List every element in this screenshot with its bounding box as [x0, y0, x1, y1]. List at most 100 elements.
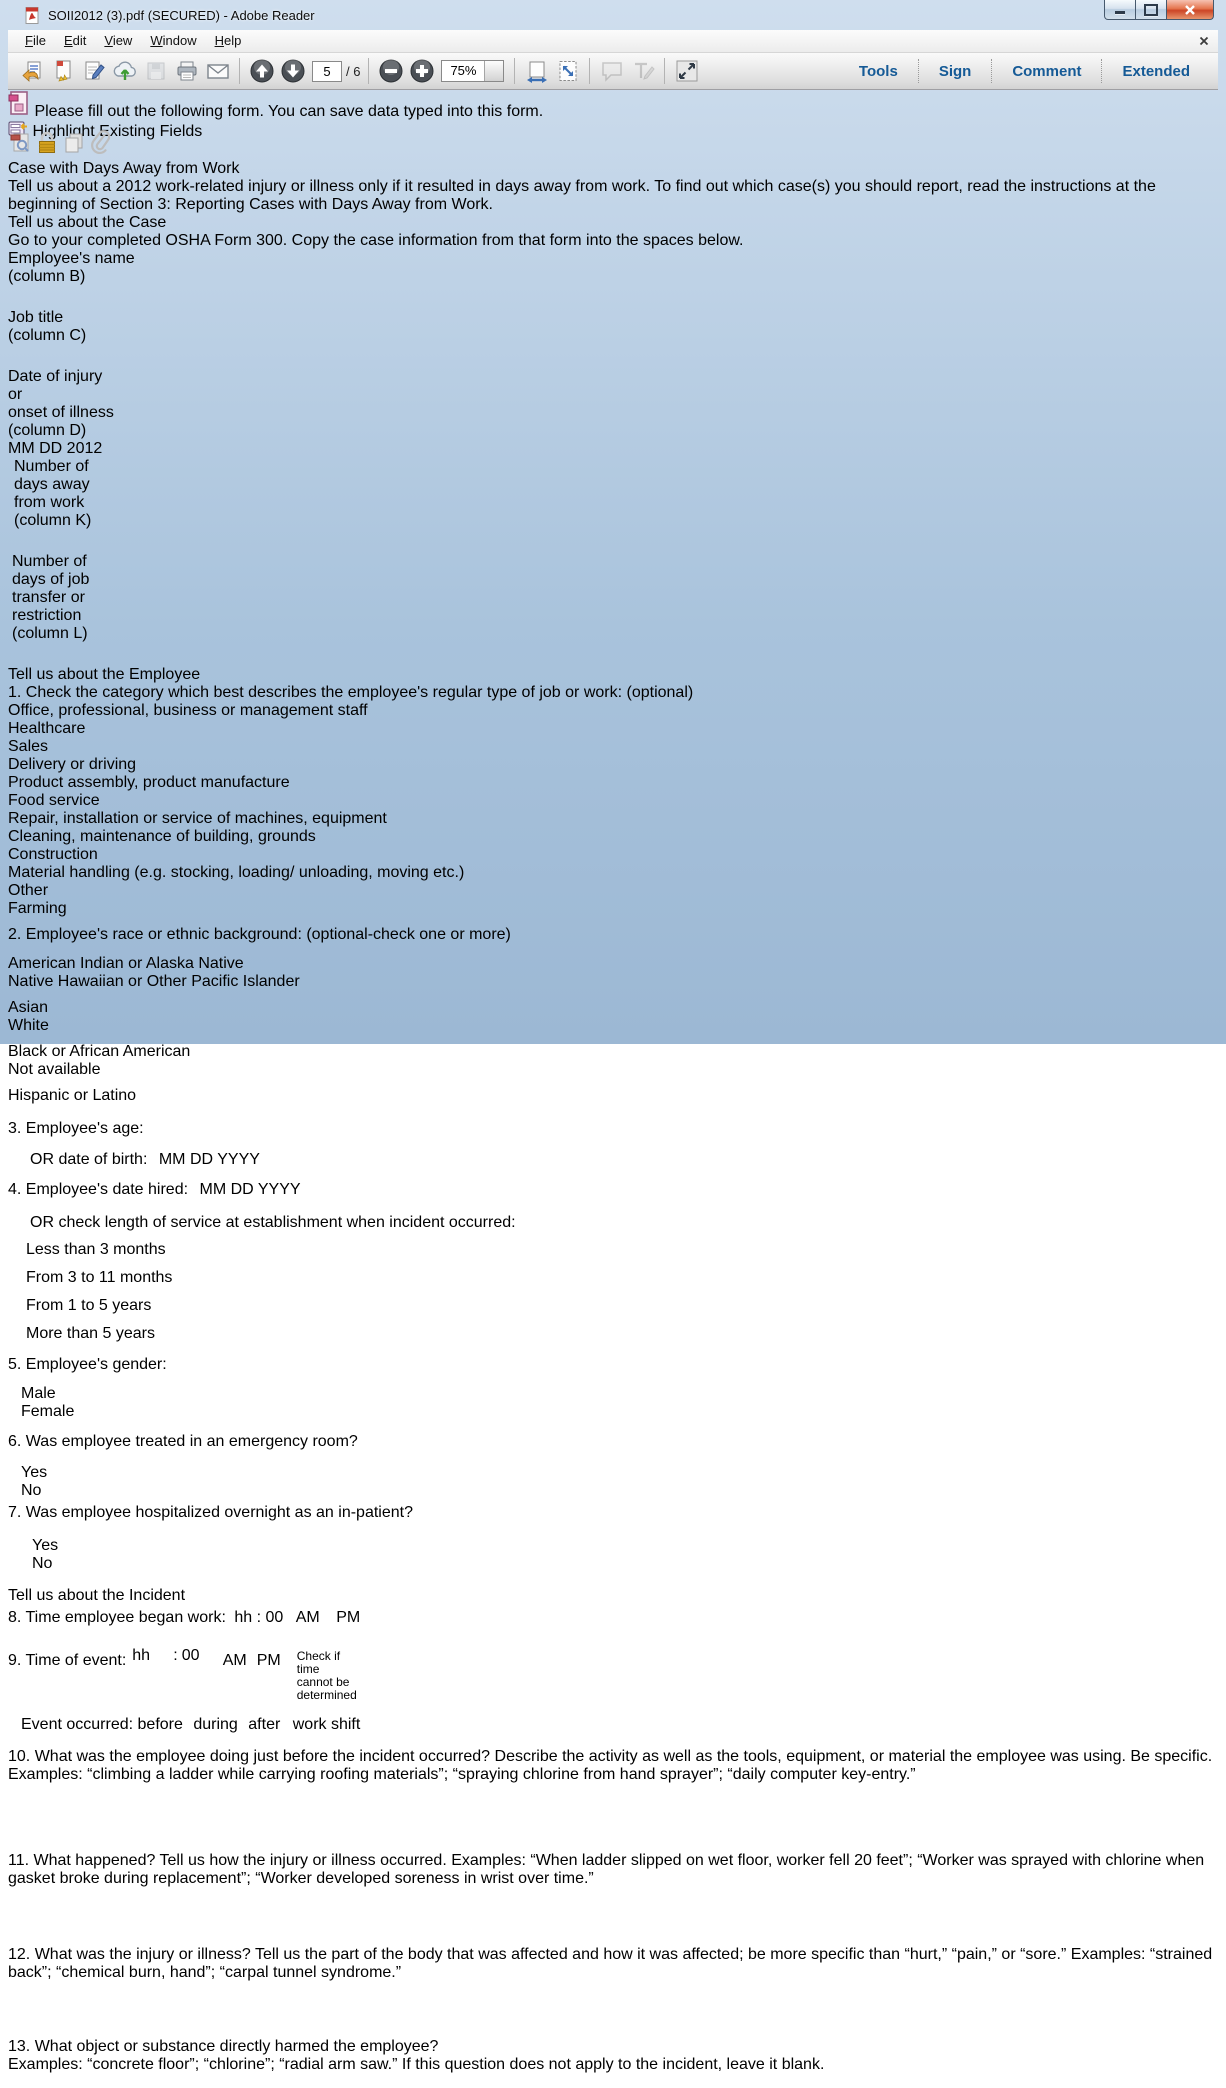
injury-month-dropdown[interactable]: MM	[8, 440, 35, 457]
menu-help[interactable]: Help	[206, 31, 251, 51]
checkbox-option[interactable]: during	[193, 1716, 237, 1733]
close-button[interactable]	[1166, 0, 1214, 20]
checkbox-option[interactable]: Black or African American	[8, 1043, 1218, 1061]
page-thumbnails-icon[interactable]	[8, 142, 36, 159]
menu-file[interactable]: File	[16, 31, 55, 51]
radio-option[interactable]: No	[32, 1555, 1218, 1573]
checkbox-option[interactable]: White	[8, 1017, 1218, 1035]
radio-option[interactable]: Yes	[21, 1464, 122, 1482]
email-icon[interactable]	[202, 57, 233, 86]
hired-day-dropdown[interactable]: DD	[231, 1181, 254, 1198]
checkbox-option[interactable]: AM	[223, 1652, 247, 1670]
event-hour-dropdown[interactable]: hh	[132, 1647, 169, 1665]
radio-option[interactable]: Male	[21, 1385, 122, 1403]
birth-month-dropdown[interactable]: MM	[159, 1151, 186, 1168]
attachments-icon[interactable]	[89, 142, 111, 159]
close-document-icon[interactable]	[1198, 34, 1210, 46]
radio-option[interactable]: Construction	[8, 846, 1218, 864]
tools-panel-button[interactable]: Tools	[839, 59, 918, 84]
birth-year-dropdown[interactable]: YYYY	[217, 1151, 260, 1168]
radio-option[interactable]: Cleaning, maintenance of building, groun…	[8, 828, 1218, 846]
radio-option[interactable]: Material handling (e.g. stocking, loadin…	[8, 864, 1218, 882]
question-11: 11. What happened? Tell us how the injur…	[8, 1852, 1218, 1888]
q13-answer-textarea[interactable]	[8, 2081, 1218, 2088]
maximize-button[interactable]	[1135, 0, 1167, 20]
checkbox-option[interactable]: PM	[336, 1609, 360, 1626]
toolbar-separator	[239, 58, 240, 84]
fit-width-icon[interactable]	[521, 57, 552, 86]
minimize-button[interactable]	[1104, 0, 1136, 20]
cloud-upload-icon[interactable]	[109, 57, 140, 86]
checkbox-option[interactable]: before	[138, 1716, 183, 1733]
menu-edit[interactable]: Edit	[55, 31, 95, 51]
radio-option[interactable]: No	[21, 1482, 1218, 1500]
radio-option[interactable]: Yes	[32, 1537, 135, 1555]
checkbox-option[interactable]: Asian	[8, 999, 1218, 1017]
checkbox-option[interactable]: AM	[296, 1609, 320, 1626]
hired-year-dropdown[interactable]: YYYY	[258, 1181, 301, 1198]
job-title-field[interactable]	[8, 345, 121, 368]
injury-day-dropdown[interactable]: DD	[39, 440, 62, 457]
q12-answer-textarea[interactable]	[8, 1988, 1218, 2031]
security-lock-icon[interactable]	[36, 142, 62, 159]
sign-panel-button[interactable]: Sign	[919, 59, 992, 84]
zoom-in-icon[interactable]	[406, 57, 437, 86]
radio-option[interactable]: Female	[21, 1403, 1218, 1421]
create-pdf-icon[interactable]	[47, 57, 78, 86]
radio-option[interactable]: Healthcare	[8, 720, 1218, 738]
zoom-dropdown-arrow-icon[interactable]	[484, 61, 503, 81]
comment-panel-button[interactable]: Comment	[992, 59, 1101, 84]
radio-option[interactable]: From 1 to 5 years	[26, 1297, 1218, 1315]
radio-option[interactable]: More than 5 years	[26, 1325, 1218, 1343]
days-away-column: Number of days away from work (column K)	[14, 458, 109, 553]
sign-pen-icon[interactable]	[78, 57, 109, 86]
radio-option[interactable]: Product assembly, product manufacture	[8, 774, 1218, 792]
q11-answer-textarea[interactable]	[8, 1895, 1218, 1940]
radio-option[interactable]: From 3 to 11 months	[26, 1269, 1218, 1287]
q10-answer-textarea[interactable]	[8, 1799, 1218, 1844]
radio-option[interactable]: Food service	[8, 792, 1218, 810]
next-page-icon[interactable]	[277, 57, 308, 86]
dob-label: OR date of birth:	[30, 1151, 147, 1168]
fullscreen-icon[interactable]	[671, 57, 702, 86]
job-transfer-field[interactable]	[12, 643, 43, 666]
checkbox-option[interactable]: Not available	[8, 1061, 1218, 1079]
previous-page-icon[interactable]	[246, 57, 277, 86]
zoom-out-icon[interactable]	[375, 57, 406, 86]
menu-view[interactable]: View	[95, 31, 141, 51]
checkbox-option[interactable]: PM	[257, 1652, 281, 1670]
event-minute-dropdown[interactable]: 00	[182, 1647, 215, 1665]
checkbox-option[interactable]: Check if time cannot be determined	[291, 1650, 355, 1702]
radio-option[interactable]: Other	[8, 882, 1218, 900]
checkbox-option[interactable]: after	[248, 1716, 280, 1733]
job-title-label: Job title	[8, 309, 130, 327]
checkbox-option[interactable]: Native Hawaiian or Other Pacific Islande…	[8, 973, 1218, 991]
zoom-level-combobox[interactable]: 75%	[441, 60, 504, 82]
radio-option[interactable]: Office, professional, business or manage…	[8, 702, 1218, 720]
checkbox-option[interactable]: American Indian or Alaska Native	[8, 955, 1218, 973]
pages-icon[interactable]	[63, 142, 89, 159]
service-length-options: Less than 3 months From 3 to 11 months F…	[26, 1241, 1218, 1343]
page-number-input[interactable]: 5	[312, 61, 342, 82]
hired-month-dropdown[interactable]: MM	[200, 1181, 227, 1198]
adobe-reader-window: SOII2012 (3).pdf (SECURED) - Adobe Reade…	[0, 0, 1226, 1044]
menu-window[interactable]: Window	[141, 31, 205, 51]
radio-option[interactable]: Farming	[8, 900, 1218, 918]
save-icon[interactable]	[140, 57, 171, 86]
employee-name-field[interactable]	[8, 286, 161, 309]
began-hour-dropdown[interactable]: hh	[234, 1609, 252, 1626]
began-minute-dropdown[interactable]: 00	[266, 1609, 284, 1626]
radio-option[interactable]: Delivery or driving	[8, 756, 1218, 774]
radio-option[interactable]: Less than 3 months	[26, 1241, 1218, 1259]
radio-option[interactable]: Repair, installation or service of machi…	[8, 810, 1218, 828]
comment-bubble-icon[interactable]	[596, 57, 627, 86]
fit-page-icon[interactable]	[552, 57, 583, 86]
checkbox-option[interactable]: Hispanic or Latino	[8, 1087, 1218, 1105]
extended-panel-button[interactable]: Extended	[1102, 59, 1210, 84]
open-file-icon[interactable]	[16, 57, 47, 86]
birth-day-dropdown[interactable]: DD	[190, 1151, 213, 1168]
text-annotation-icon[interactable]	[627, 57, 658, 86]
days-away-field[interactable]	[14, 530, 45, 553]
radio-option[interactable]: Sales	[8, 738, 1218, 756]
print-icon[interactable]	[171, 57, 202, 86]
